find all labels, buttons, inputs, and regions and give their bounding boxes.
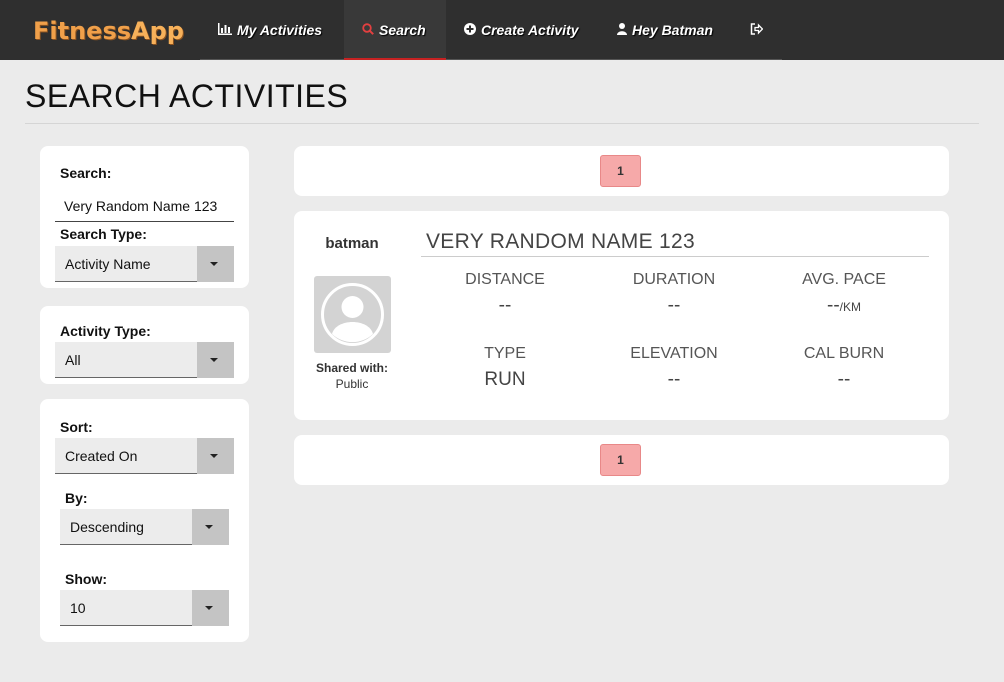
- stat-cal-burn-value: --: [837, 369, 851, 390]
- show-count-dropdown-button[interactable]: [192, 590, 229, 626]
- stat-avg-pace-value: --: [827, 295, 840, 316]
- stat-elevation-value: --: [667, 369, 681, 390]
- brand-logo[interactable]: FitnessApp: [33, 17, 184, 45]
- stat-cal-burn-label: CAL BURN: [803, 345, 885, 362]
- caret-down-icon: [210, 454, 218, 458]
- nav-search-label: Search: [379, 22, 426, 38]
- nav-user-menu[interactable]: Hey Batman: [600, 0, 732, 60]
- activity-title[interactable]: VERY RANDOM NAME 123: [426, 230, 695, 254]
- stat-type-label: TYPE: [484, 345, 526, 362]
- activity-type-value: All: [65, 352, 81, 368]
- search-type-label: Search Type:: [60, 226, 147, 242]
- bar-chart-icon: [218, 0, 232, 60]
- page-button-current[interactable]: 1: [600, 444, 641, 476]
- shared-with-value: Public: [335, 377, 369, 391]
- stat-elevation: ELEVATION --: [594, 345, 754, 391]
- search-icon: [362, 0, 374, 60]
- order-value: Descending: [70, 519, 144, 535]
- activity-type-dropdown-button[interactable]: [197, 342, 234, 378]
- stat-avg-pace: AVG. PACE --/KM: [764, 271, 924, 317]
- stat-duration-label: DURATION: [632, 271, 716, 288]
- stat-duration: DURATION --: [594, 271, 754, 317]
- plus-circle-icon: [464, 0, 476, 60]
- nav-create-activity[interactable]: Create Activity: [446, 0, 618, 60]
- page-title: SEARCH ACTIVITIES: [25, 78, 349, 114]
- stat-distance: DISTANCE --: [425, 271, 585, 317]
- stat-type: TYPE RUN: [425, 345, 585, 391]
- show-label: Show:: [65, 571, 107, 587]
- search-input[interactable]: [55, 190, 234, 222]
- sort-select[interactable]: Created On: [55, 438, 234, 474]
- stat-type-value: RUN: [484, 369, 526, 390]
- stat-avg-pace-unit: /KM: [839, 300, 861, 314]
- owner-username[interactable]: batman: [294, 235, 410, 252]
- caret-down-icon: [205, 606, 213, 610]
- sort-dropdown-button[interactable]: [197, 438, 234, 474]
- avatar: [314, 276, 391, 353]
- caret-down-icon: [210, 358, 218, 362]
- stat-distance-value: --: [498, 295, 512, 316]
- order-dropdown-button[interactable]: [192, 509, 229, 545]
- user-avatar-icon: [321, 283, 384, 346]
- stat-avg-pace-value-wrap: --/KM: [764, 295, 924, 317]
- nav-logout[interactable]: [732, 0, 782, 60]
- search-type-value: Activity Name: [65, 256, 151, 272]
- nav-my-activities-label: My Activities: [237, 22, 323, 38]
- order-select[interactable]: Descending: [60, 509, 229, 545]
- nav-my-activities[interactable]: My Activities: [200, 0, 344, 60]
- nav-search[interactable]: Search: [344, 0, 446, 60]
- activity-title-divider: [421, 256, 929, 257]
- order-label: By:: [65, 490, 88, 506]
- stat-duration-value: --: [667, 295, 681, 316]
- show-count-select[interactable]: 10: [60, 590, 229, 626]
- nav-user-label: Hey Batman: [632, 22, 713, 38]
- activity-type-panel: Activity Type: All: [40, 306, 249, 384]
- caret-down-icon: [210, 262, 218, 266]
- pagination-bottom: 1: [294, 435, 949, 485]
- nav-create-activity-label: Create Activity: [481, 22, 579, 38]
- show-count-value: 10: [70, 600, 86, 616]
- sort-value: Created On: [65, 448, 138, 464]
- stat-cal-burn: CAL BURN --: [764, 345, 924, 391]
- search-type-select[interactable]: Activity Name: [55, 246, 234, 282]
- sort-panel: Sort: Created On By: Descending Show: 10: [40, 399, 249, 642]
- shared-with-label: Shared with:: [315, 361, 388, 375]
- title-divider: [25, 123, 979, 124]
- search-filter-panel: Search: Search Type: Activity Name: [40, 146, 249, 288]
- page-button-current[interactable]: 1: [600, 155, 641, 187]
- search-type-dropdown-button[interactable]: [197, 246, 234, 282]
- sort-label: Sort:: [60, 419, 93, 435]
- stat-avg-pace-label: AVG. PACE: [802, 271, 886, 288]
- top-navbar: FitnessApp My Activities Search Create A…: [0, 0, 1004, 60]
- activity-type-select[interactable]: All: [55, 342, 234, 378]
- caret-down-icon: [205, 525, 213, 529]
- sign-out-icon: [750, 0, 764, 60]
- activity-result-card[interactable]: batman Shared with: Public VERY RANDOM N…: [294, 211, 949, 420]
- stat-distance-label: DISTANCE: [465, 271, 545, 288]
- pagination-top: 1: [294, 146, 949, 196]
- activity-type-label: Activity Type:: [60, 323, 151, 339]
- search-label: Search:: [60, 165, 112, 181]
- stat-elevation-label: ELEVATION: [630, 345, 718, 362]
- user-icon: [617, 0, 627, 60]
